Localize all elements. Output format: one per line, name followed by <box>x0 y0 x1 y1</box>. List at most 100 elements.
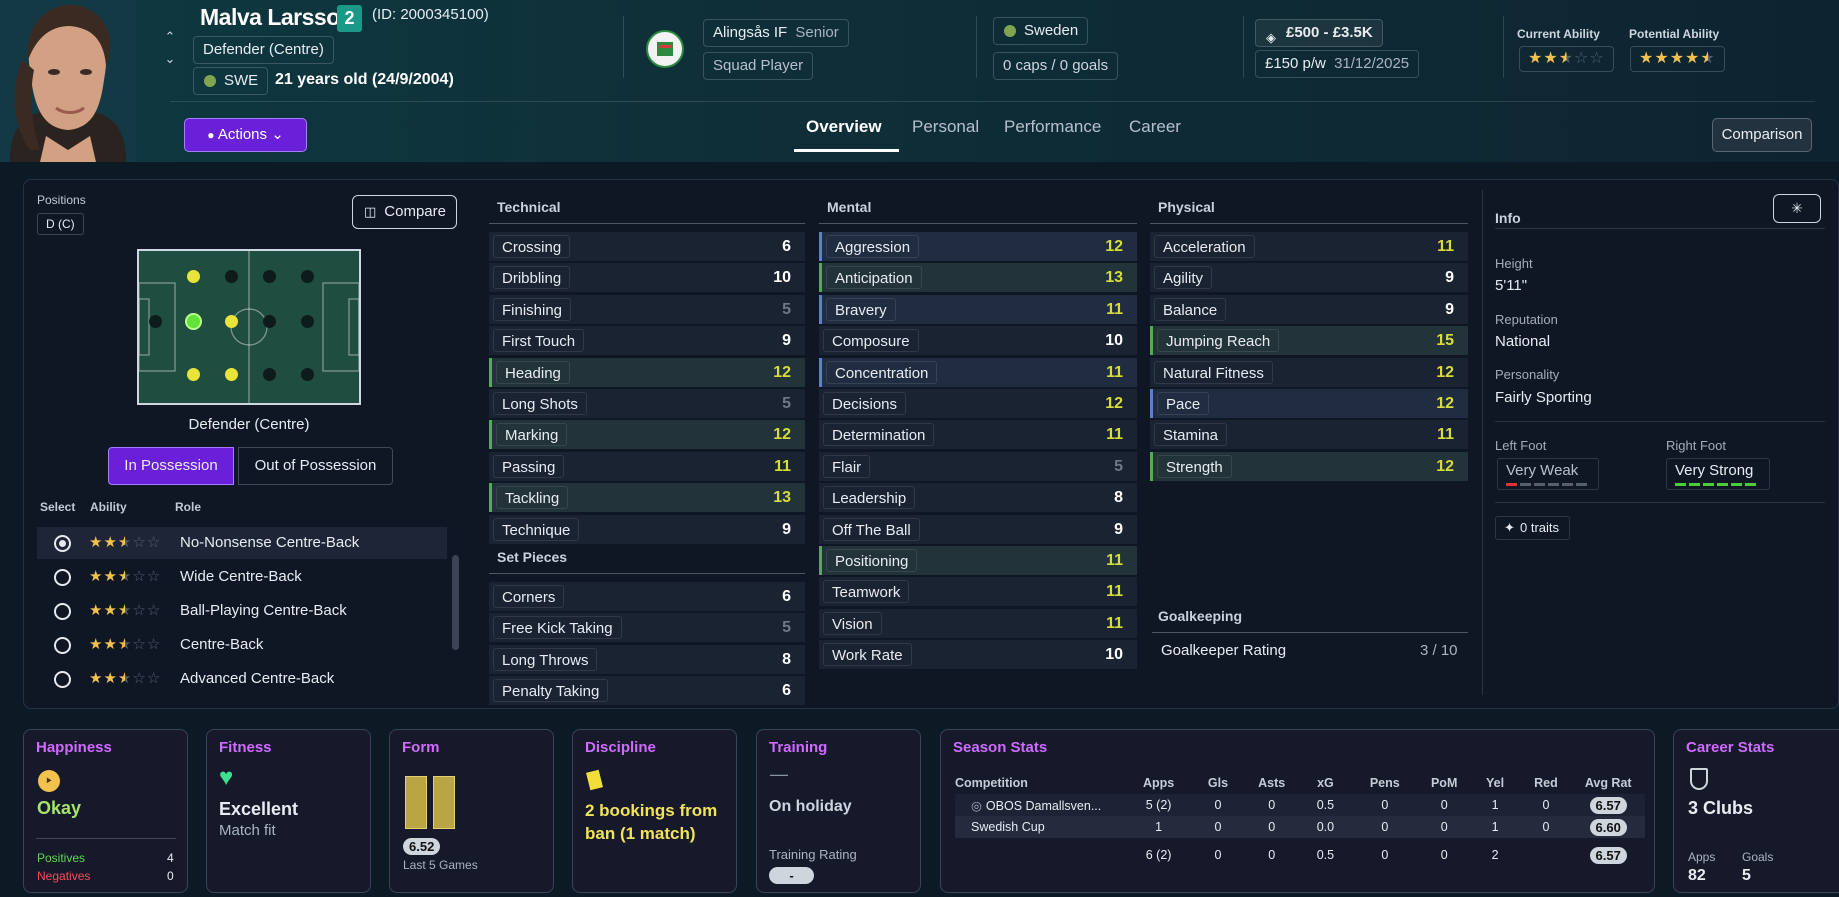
attribute-row[interactable]: Long Throws 8 <box>489 644 805 674</box>
attribute-row[interactable]: Long Shots 5 <box>489 389 805 418</box>
country-chip[interactable]: Sweden <box>993 17 1089 45</box>
position-dot[interactable] <box>263 315 276 328</box>
role-radio[interactable] <box>54 603 71 620</box>
season-col-header[interactable]: Avg Rat <box>1571 772 1645 794</box>
role-radio[interactable] <box>54 535 71 552</box>
attribute-row[interactable]: Determination 11 <box>819 420 1137 450</box>
attribute-row[interactable]: Passing 11 <box>489 451 805 481</box>
position-dot[interactable] <box>263 270 276 283</box>
attribute-row[interactable]: Corners 6 <box>489 582 805 611</box>
attribute-row[interactable]: Finishing 5 <box>489 294 805 324</box>
role-list-scrollbar[interactable] <box>452 555 459 650</box>
attribute-row[interactable]: Agility 9 <box>1150 263 1468 293</box>
season-stats-row[interactable]: Swedish Cup 1 0 0 0.0 0 0 1 0 6.60 <box>955 816 1645 838</box>
role-row[interactable]: ★★★☆☆ Ball-Playing Centre-Back <box>37 595 447 627</box>
position-dot[interactable] <box>263 368 276 381</box>
role-row[interactable]: ★★★☆☆ Wide Centre-Back <box>37 561 447 593</box>
attribute-row[interactable]: Technique 9 <box>489 514 805 544</box>
info-settings-button[interactable]: ✳ <box>1773 194 1821 223</box>
position-dot-dc-selected[interactable] <box>185 313 202 330</box>
attribute-row[interactable]: Jumping Reach 15 <box>1150 326 1468 356</box>
comparison-button[interactable]: Comparison <box>1712 118 1812 152</box>
position-dot-dmr[interactable] <box>225 368 238 381</box>
attribute-row[interactable]: Stamina 11 <box>1150 420 1468 450</box>
attribute-row[interactable]: Marking 12 <box>489 420 805 450</box>
career-stats-card[interactable]: Career Stats 3 Clubs Apps 82 Goals 5 <box>1673 729 1839 893</box>
previous-player-arrow[interactable]: ⌃ <box>162 30 178 44</box>
actions-button[interactable]: ● Actions ⌄ <box>184 118 307 152</box>
position-dot[interactable] <box>301 368 314 381</box>
role-radio[interactable] <box>54 671 71 688</box>
attribute-row[interactable]: Work Rate 10 <box>819 640 1137 670</box>
in-possession-tab[interactable]: In Possession <box>108 447 234 485</box>
player-header: ⌃ ⌄ Malva Larsson 2 (ID: 2000345100) Def… <box>0 0 1839 162</box>
attribute-row[interactable]: Acceleration 11 <box>1150 232 1468 261</box>
discipline-card[interactable]: Discipline 2 bookings from ban (1 match) <box>572 729 737 893</box>
role-row[interactable]: ★★★☆☆ Centre-Back <box>37 629 447 661</box>
attribute-row[interactable]: Teamwork 11 <box>819 577 1137 607</box>
attribute-row[interactable]: Composure 10 <box>819 326 1137 356</box>
attribute-value: 8 <box>782 650 791 668</box>
season-col-header[interactable]: Yel <box>1470 772 1521 794</box>
attribute-row[interactable]: Vision 11 <box>819 608 1137 638</box>
out-of-possession-tab[interactable]: Out of Possession <box>238 447 393 485</box>
club-chip[interactable]: Alingsås IF Senior <box>703 19 849 47</box>
season-col-header[interactable]: PoM <box>1419 772 1470 794</box>
attribute-row[interactable]: Concentration 11 <box>819 357 1137 387</box>
traits-chip[interactable]: ✦ 0 traits <box>1495 516 1571 540</box>
attribute-row[interactable]: Dribbling 10 <box>489 263 805 293</box>
tab-career[interactable]: Career <box>1129 117 1181 137</box>
position-dot[interactable] <box>301 270 314 283</box>
attribute-row[interactable]: Bravery 11 <box>819 294 1137 324</box>
position-dot[interactable] <box>225 270 238 283</box>
season-stats-row[interactable]: 6 (2) 0 0 0.5 0 0 2 6.57 <box>955 838 1645 872</box>
attribute-row[interactable]: Heading 12 <box>489 357 805 387</box>
season-col-header[interactable]: Pens <box>1351 772 1419 794</box>
tab-performance[interactable]: Performance <box>1004 117 1101 137</box>
attribute-row[interactable]: Anticipation 13 <box>819 263 1137 293</box>
season-stats-row[interactable]: ◎ OBOS Damallsven... 5 (2) 0 0 0.5 0 0 1 0 6.57 <box>955 794 1645 816</box>
attribute-row[interactable]: Free Kick Taking 5 <box>489 613 805 643</box>
attribute-row[interactable]: Tackling 13 <box>489 483 805 513</box>
position-dot-gk[interactable] <box>149 315 162 328</box>
attribute-row[interactable]: Leadership 8 <box>819 483 1137 513</box>
attribute-row[interactable]: Balance 9 <box>1150 294 1468 324</box>
form-card[interactable]: Form 6.52 Last 5 Games <box>389 729 554 893</box>
compare-button[interactable]: ◫ Compare <box>352 195 457 229</box>
role-row[interactable]: ★★★☆☆ Advanced Centre-Back <box>37 663 447 695</box>
fitness-card[interactable]: Fitness ♥ Excellent Match fit <box>206 729 371 893</box>
attribute-row[interactable]: First Touch 9 <box>489 326 805 356</box>
tab-overview[interactable]: Overview <box>806 117 882 137</box>
position-dot-dr[interactable] <box>187 368 200 381</box>
attribute-row[interactable]: Positioning 11 <box>819 546 1137 575</box>
position-dot-dmc[interactable] <box>225 315 238 328</box>
next-player-arrow[interactable]: ⌄ <box>162 52 178 66</box>
role-row[interactable]: ★★★☆☆ No-Nonsense Centre-Back <box>37 527 447 559</box>
season-col-header[interactable]: Competition <box>955 772 1125 794</box>
form-rating: 6.52 <box>403 838 441 855</box>
attribute-row[interactable]: Flair 5 <box>819 451 1137 481</box>
attribute-row[interactable]: Aggression 12 <box>819 232 1137 261</box>
attribute-row[interactable]: Off The Ball 9 <box>819 514 1137 544</box>
season-col-header[interactable]: Apps <box>1125 772 1193 794</box>
position-dot-dml[interactable] <box>187 270 200 283</box>
attribute-row[interactable]: Penalty Taking 6 <box>489 676 805 706</box>
season-col-header[interactable]: Red <box>1521 772 1572 794</box>
attribute-value: 5 <box>782 395 791 412</box>
attribute-row[interactable]: Crossing 6 <box>489 232 805 261</box>
happiness-card[interactable]: Happiness ‣ Okay Positives 4 Negatives 0 <box>23 729 188 893</box>
attribute-row[interactable]: Natural Fitness 12 <box>1150 357 1468 387</box>
attribute-value: 6 <box>782 588 791 605</box>
attribute-row[interactable]: Pace 12 <box>1150 389 1468 418</box>
season-stats-card[interactable]: Season Stats Competition Apps Gls Asts xG Pen… <box>940 729 1655 893</box>
attribute-row[interactable]: Strength 12 <box>1150 451 1468 481</box>
season-col-header[interactable]: Asts <box>1243 772 1300 794</box>
attribute-row[interactable]: Decisions 12 <box>819 389 1137 418</box>
training-card[interactable]: Training — On holiday Training Rating - <box>756 729 921 893</box>
role-radio[interactable] <box>54 569 71 586</box>
season-col-header[interactable]: Gls <box>1193 772 1244 794</box>
tab-personal[interactable]: Personal <box>912 117 979 137</box>
season-col-header[interactable]: xG <box>1300 772 1351 794</box>
position-dot[interactable] <box>301 315 314 328</box>
role-radio[interactable] <box>54 637 71 654</box>
